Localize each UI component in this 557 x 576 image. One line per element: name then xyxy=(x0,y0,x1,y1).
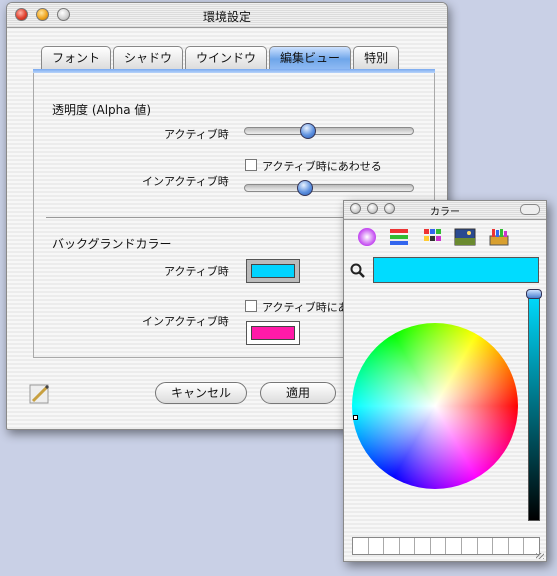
color-title-bar[interactable]: カラー xyxy=(344,201,546,220)
active-alpha-slider[interactable] xyxy=(244,123,414,139)
background-color-heading: バックグランドカラー xyxy=(52,237,172,251)
active-alpha-label: アクティブ時 xyxy=(164,128,229,141)
bg-active-swatch xyxy=(251,264,295,278)
color-sliders-mode-icon[interactable] xyxy=(388,226,410,248)
resize-grip[interactable] xyxy=(536,553,544,559)
tab-shadow[interactable]: シャドウ xyxy=(113,46,184,69)
tab-bar: フォント シャドウ ウインドウ 編集ビュー 特別 xyxy=(41,46,401,70)
color-wheel[interactable] xyxy=(352,323,518,489)
title-bar[interactable]: 環境設定 xyxy=(7,3,447,28)
tab-window[interactable]: ウインドウ xyxy=(185,46,268,69)
inactive-alpha-label: インアクティブ時 xyxy=(142,175,229,188)
color-window-title: カラー xyxy=(430,207,460,218)
toolbar-toggle-button[interactable] xyxy=(520,204,540,215)
color-swatch-strip[interactable] xyxy=(352,537,540,555)
color-wheel-cursor[interactable] xyxy=(353,415,358,420)
inactive-alpha-slider[interactable] xyxy=(244,180,414,196)
color-picker-window: カラー xyxy=(343,200,547,562)
tab-edit-view[interactable]: 編集ビュー xyxy=(269,46,352,69)
bg-inactive-color-well[interactable] xyxy=(246,321,300,345)
crayons-mode-icon[interactable] xyxy=(488,226,510,248)
apply-button[interactable]: 適用 xyxy=(260,382,336,404)
bg-active-color-well[interactable] xyxy=(246,259,300,283)
color-palettes-mode-icon[interactable] xyxy=(422,226,444,248)
bg-match-active-checkbox[interactable] xyxy=(245,300,257,312)
cancel-button[interactable]: キャンセル xyxy=(155,382,247,404)
magnifier-icon[interactable] xyxy=(350,263,366,279)
pencil-edit-icon xyxy=(27,381,53,407)
current-color-swatch[interactable] xyxy=(373,257,539,283)
color-wheel-mode-icon[interactable] xyxy=(356,226,378,248)
bg-inactive-swatch xyxy=(251,326,295,340)
inactive-alpha-knob[interactable] xyxy=(297,180,314,196)
alpha-heading: 透明度 (Alpha 値) xyxy=(52,103,152,117)
bg-active-label: アクティブ時 xyxy=(164,265,229,278)
active-alpha-knob[interactable] xyxy=(300,123,317,139)
brightness-knob[interactable] xyxy=(526,289,542,299)
match-active-checkbox[interactable] xyxy=(245,159,257,171)
bg-inactive-label: インアクティブ時 xyxy=(142,315,229,328)
tab-font[interactable]: フォント xyxy=(41,46,112,69)
brightness-slider[interactable] xyxy=(528,293,540,521)
tab-special[interactable]: 特別 xyxy=(353,46,400,69)
window-title: 環境設定 xyxy=(202,10,251,24)
match-active-label: アクティブ時にあわせる xyxy=(262,160,382,173)
image-palettes-mode-icon[interactable] xyxy=(454,226,476,248)
